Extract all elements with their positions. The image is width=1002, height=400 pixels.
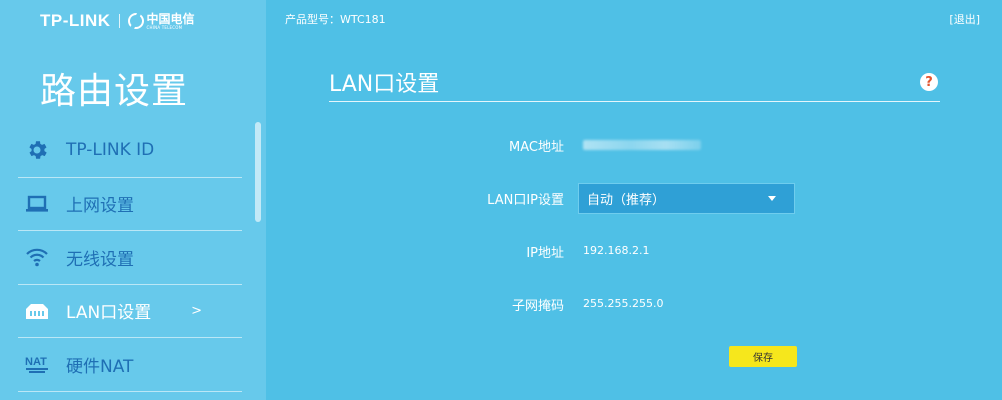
gear-icon xyxy=(24,137,50,163)
wifi-icon xyxy=(24,244,50,270)
telecom-name-cn: 中国电信 xyxy=(146,11,195,26)
tplink-logo: TP-LINK xyxy=(40,11,111,30)
sidebar-title: 路由设置 xyxy=(40,71,189,112)
title-divider xyxy=(329,101,940,102)
sidebar-item-hardware-nat[interactable]: NAT 硬件NAT xyxy=(18,338,242,392)
sidebar-item-tplink-id[interactable]: TP-LINK ID xyxy=(18,124,242,178)
sidebar-item-internet-settings[interactable]: 上网设置 xyxy=(18,178,242,231)
logout-link[interactable]: [退出] xyxy=(949,11,980,27)
telecom-mark-icon xyxy=(127,13,144,29)
laptop-icon xyxy=(24,191,50,217)
caret-down-icon xyxy=(768,196,776,201)
nat-icon: NAT xyxy=(24,351,50,377)
sidebar-scrollbar[interactable] xyxy=(255,122,261,222)
chevron-right-icon: > xyxy=(191,303,202,319)
ip-address-label: IP地址 xyxy=(526,246,564,261)
logo-divider xyxy=(118,14,120,28)
sidebar: TP-LINK 中国电信 CHINA TELECOM 路由设置 TP-LINK … xyxy=(0,0,266,400)
lan-ip-setting-label: LAN口IP设置 xyxy=(487,193,564,208)
subnet-mask-label: 子网掩码 xyxy=(511,299,564,314)
page-title: LAN口设置 xyxy=(329,72,440,97)
china-telecom-logo: 中国电信 CHINA TELECOM xyxy=(127,11,195,30)
help-icon[interactable]: ? xyxy=(920,73,938,91)
mac-label: MAC地址 xyxy=(509,140,564,155)
product-model: 产品型号：WTC181 xyxy=(285,13,386,26)
mac-value-blurred xyxy=(583,140,701,150)
brand-logo: TP-LINK 中国电信 CHINA TELECOM xyxy=(40,10,195,32)
lan-ip-mode-value: 自动（推荐） xyxy=(587,193,666,208)
sidebar-item-lan-settings[interactable]: LAN口设置 > xyxy=(18,285,242,338)
sidebar-menu: TP-LINK ID 上网设置 无线设置 LAN口设置 > NAT 硬件NAT xyxy=(18,124,242,392)
telecom-name-en: CHINA TELECOM xyxy=(146,24,183,30)
subnet-mask-value: 255.255.255.0 xyxy=(583,297,664,310)
lan-ip-mode-select[interactable]: 自动（推荐） xyxy=(578,183,795,214)
sidebar-item-label: 无线设置 xyxy=(66,249,134,270)
save-button[interactable]: 保存 xyxy=(729,346,797,367)
sidebar-item-label: 硬件NAT xyxy=(66,356,134,377)
lan-port-icon xyxy=(24,298,50,324)
sidebar-item-label: LAN口设置 xyxy=(66,303,152,324)
sidebar-item-label: TP-LINK ID xyxy=(66,140,155,161)
svg-text:NAT: NAT xyxy=(25,356,47,368)
ip-address-value: 192.168.2.1 xyxy=(583,244,650,257)
sidebar-item-label: 上网设置 xyxy=(66,196,134,217)
sidebar-item-wireless-settings[interactable]: 无线设置 xyxy=(18,231,242,285)
